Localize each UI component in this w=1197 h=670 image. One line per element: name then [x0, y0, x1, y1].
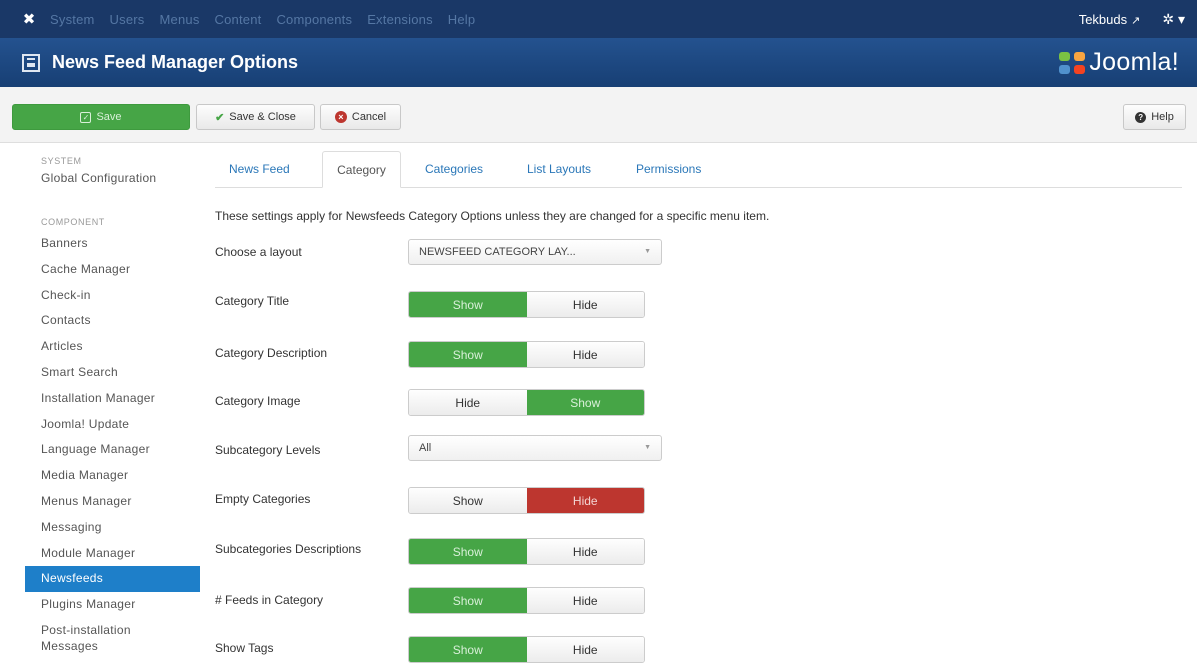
- check-icon: ✔: [215, 111, 225, 124]
- help-button[interactable]: ? Help: [1123, 104, 1186, 130]
- joomla-brand-logo-icon: [1059, 51, 1086, 74]
- options-tabs: News Feed Category Categories List Layou…: [215, 151, 1182, 188]
- show-tags-hide-option[interactable]: Hide: [526, 637, 644, 662]
- feeds-in-category-toggle: Show Hide: [408, 587, 645, 614]
- save-icon: ✓: [80, 111, 92, 123]
- joomla-brand: Joomla!: [1059, 48, 1179, 77]
- category-image-show-option[interactable]: Show: [526, 390, 644, 415]
- category-image-hide-option[interactable]: Hide: [409, 390, 527, 415]
- empty-categories-label: Empty Categories: [215, 492, 311, 506]
- external-link-icon: ↗: [1131, 14, 1141, 27]
- show-tags-label: Show Tags: [215, 641, 274, 655]
- sidebar-item-installation-manager[interactable]: Installation Manager: [25, 386, 200, 412]
- cancel-button[interactable]: × Cancel: [320, 104, 401, 130]
- sidebar-item-contacts[interactable]: Contacts: [25, 308, 200, 334]
- feeds-in-category-label: # Feeds in Category: [215, 593, 324, 607]
- subcategories-descriptions-show-option[interactable]: Show: [409, 539, 527, 564]
- empty-categories-hide-option[interactable]: Hide: [526, 488, 644, 513]
- show-tags-toggle: Show Hide: [408, 636, 645, 663]
- sidebar-item-smart-search[interactable]: Smart Search: [25, 360, 200, 386]
- category-title-toggle: Show Hide: [408, 291, 645, 318]
- save-close-button[interactable]: ✔ Save & Close: [196, 104, 315, 130]
- sidebar-item-messaging[interactable]: Messaging: [25, 515, 200, 541]
- subcategories-descriptions-label: Subcategories Descriptions: [215, 542, 362, 556]
- subcategory-levels-value: All: [419, 442, 432, 454]
- sidebar-item-banners[interactable]: Banners: [25, 231, 200, 257]
- cancel-label: Cancel: [351, 111, 387, 123]
- subcategory-levels-label: Subcategory Levels: [215, 443, 321, 457]
- layout-select[interactable]: NEWSFEED CATEGORY LAY... ▼: [408, 239, 662, 265]
- menu-extensions[interactable]: Extensions: [367, 12, 433, 27]
- category-title-show-option[interactable]: Show: [409, 292, 527, 317]
- tab-categories[interactable]: Categories: [425, 151, 483, 188]
- tab-permissions[interactable]: Permissions: [636, 151, 701, 188]
- sidebar-item-cache-manager[interactable]: Cache Manager: [25, 257, 200, 283]
- subcategory-levels-select[interactable]: All ▼: [408, 435, 662, 461]
- subcategories-descriptions-toggle: Show Hide: [408, 538, 645, 565]
- menu-help[interactable]: Help: [448, 12, 476, 27]
- menu-components[interactable]: Components: [276, 12, 352, 27]
- sidebar: SYSTEM Global Configuration COMPONENT Ba…: [25, 143, 200, 654]
- sidebar-item-check-in[interactable]: Check-in: [25, 283, 200, 309]
- empty-categories-toggle: Show Hide: [408, 487, 645, 514]
- sidebar-item-menus-manager[interactable]: Menus Manager: [25, 489, 200, 515]
- intro-text: These settings apply for Newsfeeds Categ…: [215, 209, 770, 223]
- menu-menus[interactable]: Menus: [160, 12, 200, 27]
- title-bar: News Feed Manager Options Joomla!: [0, 38, 1197, 87]
- save-button[interactable]: ✓ Save: [12, 104, 190, 130]
- menu-system[interactable]: System: [50, 12, 95, 27]
- sidebar-item-plugins-manager[interactable]: Plugins Manager: [25, 592, 200, 618]
- category-title-hide-option[interactable]: Hide: [526, 292, 644, 317]
- top-right-controls: Tekbuds ↗ ✲ ▾: [1079, 11, 1185, 28]
- admin-top-nav: ✖ System Users Menus Content Components …: [0, 0, 1197, 38]
- page-title: News Feed Manager Options: [52, 52, 299, 72]
- cancel-icon: ×: [334, 111, 347, 123]
- sidebar-item-newsfeeds[interactable]: Newsfeeds: [25, 566, 200, 593]
- category-description-show-option[interactable]: Show: [409, 342, 527, 367]
- sidebar-item-module-manager[interactable]: Module Manager: [25, 541, 200, 567]
- subcategories-descriptions-hide-option[interactable]: Hide: [526, 539, 644, 564]
- layout-select-value: NEWSFEED CATEGORY LAY...: [419, 246, 576, 258]
- toolbar: ✓ Save ✔ Save & Close × Cancel ? Help: [0, 87, 1197, 143]
- help-icon: ?: [1135, 111, 1147, 123]
- save-close-label: Save & Close: [229, 111, 296, 123]
- category-image-label: Category Image: [215, 394, 301, 408]
- site-link[interactable]: Tekbuds ↗: [1079, 12, 1141, 27]
- category-image-toggle: Hide Show: [408, 389, 645, 416]
- menu-content[interactable]: Content: [215, 12, 262, 27]
- category-description-label: Category Description: [215, 346, 328, 360]
- site-name: Tekbuds: [1078, 11, 1128, 27]
- sidebar-item-global-configuration[interactable]: Global Configuration: [25, 168, 200, 188]
- sidebar-item-joomla-update[interactable]: Joomla! Update: [25, 412, 200, 438]
- tab-list-layouts[interactable]: List Layouts: [527, 151, 591, 188]
- joomla-brand-text: Joomla!: [1089, 48, 1179, 76]
- sidebar-component-list: Banners Cache Manager Check-in Contacts …: [25, 231, 200, 654]
- sidebar-section-component: COMPONENT: [41, 217, 105, 227]
- sidebar-item-post-installation-messages[interactable]: Post-installation Messages: [25, 618, 155, 654]
- category-description-toggle: Show Hide: [408, 341, 645, 368]
- sidebar-item-language-manager[interactable]: Language Manager: [25, 437, 200, 463]
- gear-icon[interactable]: ✲ ▾: [1162, 11, 1185, 28]
- feeds-in-category-hide-option[interactable]: Hide: [526, 588, 644, 613]
- joomla-logo-icon[interactable]: ✖: [20, 10, 38, 28]
- category-title-label: Category Title: [215, 294, 290, 308]
- sidebar-item-media-manager[interactable]: Media Manager: [25, 463, 200, 489]
- sidebar-item-articles[interactable]: Articles: [25, 334, 200, 360]
- top-menu: System Users Menus Content Components Ex…: [50, 12, 490, 27]
- layout-label: Choose a layout: [215, 245, 302, 259]
- tab-news-feed[interactable]: News Feed: [229, 151, 290, 188]
- options-icon: [22, 53, 40, 72]
- feeds-in-category-show-option[interactable]: Show: [409, 588, 527, 613]
- tab-category[interactable]: Category: [322, 151, 401, 188]
- sidebar-section-system: SYSTEM: [41, 156, 82, 166]
- category-description-hide-option[interactable]: Hide: [526, 342, 644, 367]
- chevron-down-icon: ▼: [644, 444, 651, 451]
- empty-categories-show-option[interactable]: Show: [409, 488, 527, 513]
- show-tags-show-option[interactable]: Show: [409, 637, 527, 662]
- chevron-down-icon: ▼: [644, 248, 651, 255]
- save-label: Save: [96, 111, 122, 123]
- menu-users[interactable]: Users: [110, 12, 145, 27]
- help-label: Help: [1151, 111, 1174, 123]
